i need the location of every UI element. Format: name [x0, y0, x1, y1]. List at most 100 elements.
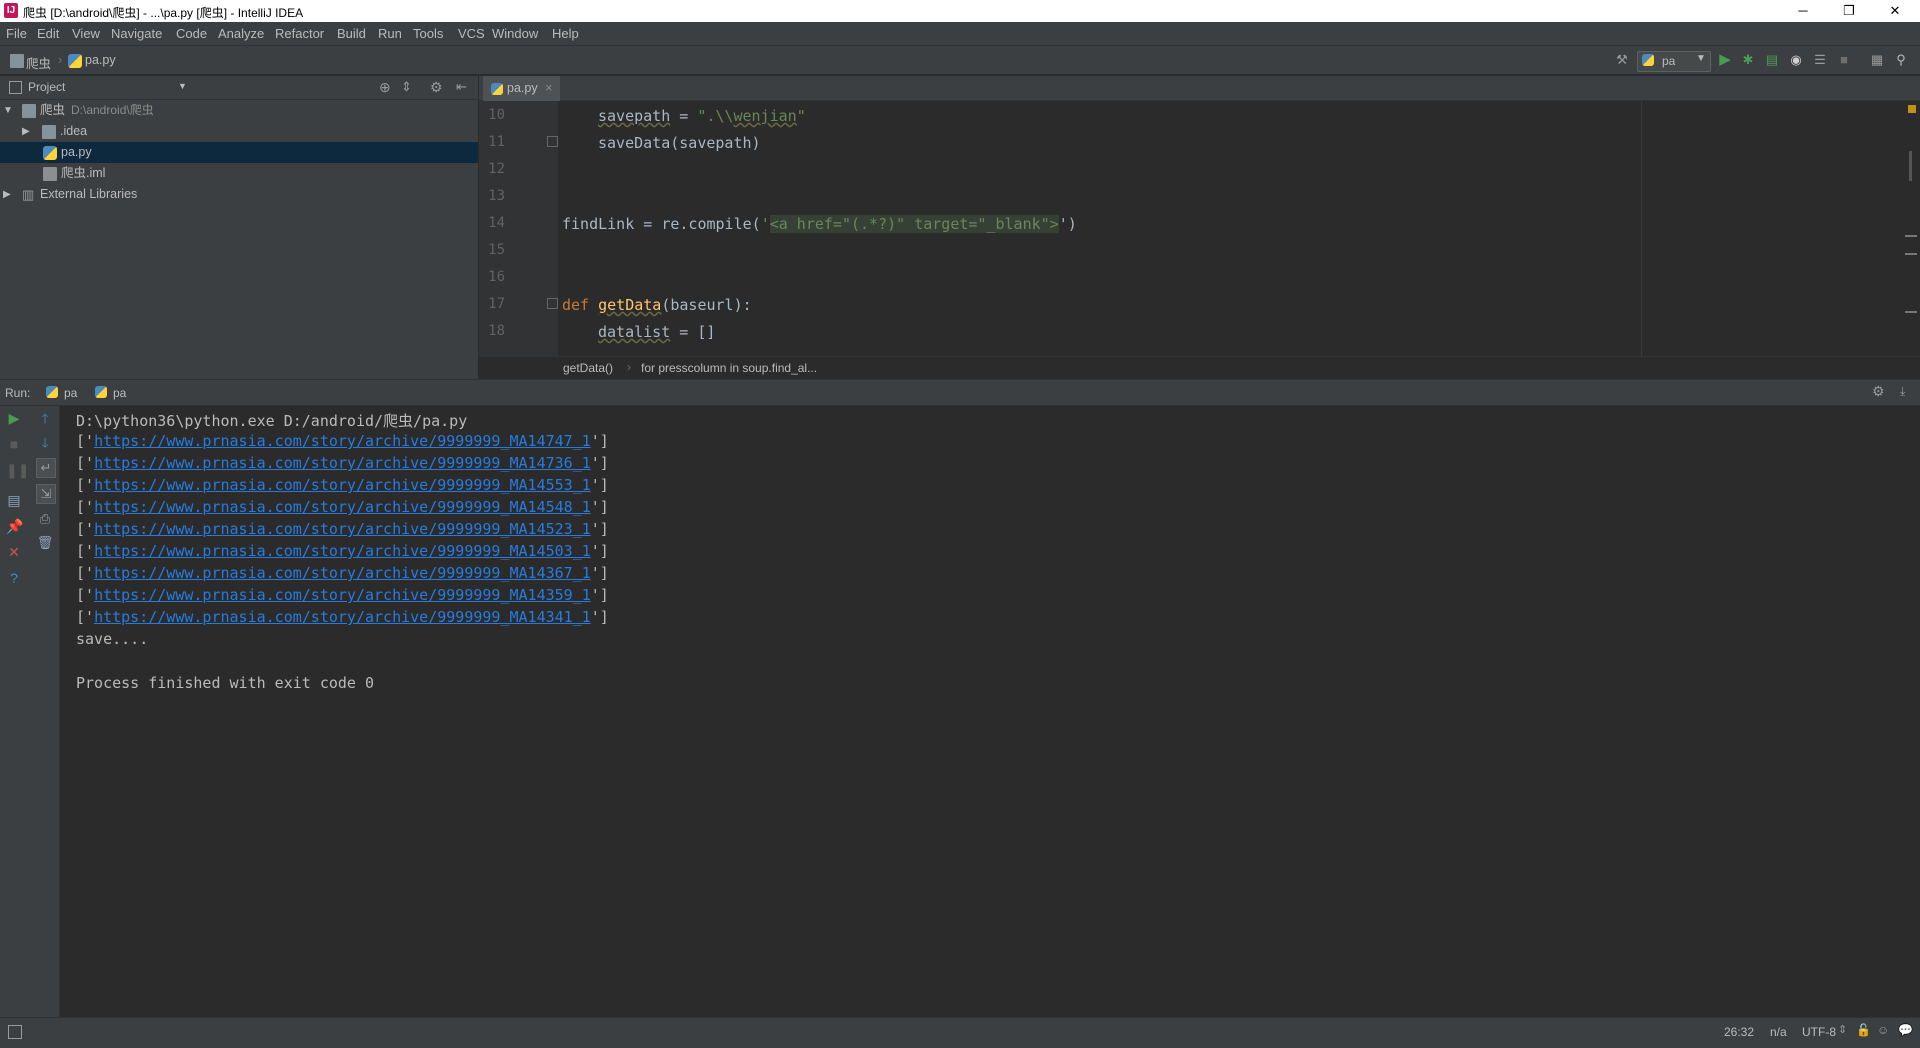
- tool-windows-icon[interactable]: [8, 1025, 22, 1039]
- cursor-position[interactable]: 26:32: [1724, 1025, 1754, 1039]
- restore-button[interactable]: ❐: [1826, 0, 1872, 22]
- close-run-icon[interactable]: ✕: [6, 544, 22, 560]
- line-number: 16: [488, 269, 505, 285]
- dump-threads-icon[interactable]: ▤: [6, 492, 22, 508]
- expand-arrow-icon[interactable]: ▶: [22, 121, 30, 142]
- arrow-down-icon[interactable]: 🡓: [36, 434, 54, 452]
- run-config-dropdown[interactable]: pa ▼: [1637, 51, 1711, 72]
- trash-icon[interactable]: 🗑: [36, 534, 54, 552]
- rerun-icon[interactable]: ▶: [6, 410, 22, 426]
- gear-icon[interactable]: ⚙: [1872, 383, 1885, 400]
- tree-item-project-root[interactable]: ▼ 爬虫 D:\android\爬虫: [0, 100, 478, 121]
- chevron-down-icon[interactable]: ▼: [178, 81, 187, 91]
- line-number: 15: [488, 242, 505, 258]
- menu-vcs[interactable]: VCS: [458, 26, 485, 41]
- console-link[interactable]: https://www.prnasia.com/story/archive/99…: [94, 454, 591, 472]
- run-toolbar-left: ▶ ■ ❚❚ ▤ 📌 ✕ ?: [0, 406, 29, 1017]
- menu-analyze[interactable]: Analyze: [218, 26, 264, 41]
- stripe-marker[interactable]: [1905, 253, 1917, 255]
- fold-marker-icon[interactable]: [547, 136, 558, 147]
- python-config-icon: [46, 386, 58, 398]
- breadcrumb-loop[interactable]: for presscolumn in soup.find_al...: [641, 361, 817, 375]
- menu-help[interactable]: Help: [552, 26, 579, 41]
- project-structure-icon[interactable]: ▦: [1869, 52, 1885, 68]
- hide-panel-icon[interactable]: ⤓: [1900, 384, 1905, 399]
- collapse-all-icon[interactable]: ⇕: [401, 79, 412, 95]
- help-icon[interactable]: ?: [6, 570, 22, 586]
- stripe-marker[interactable]: [1905, 235, 1917, 237]
- editor-gutter: 10 11 12 13 14 15 16 17 18: [479, 101, 558, 356]
- console-link[interactable]: https://www.prnasia.com/story/archive/99…: [94, 542, 591, 560]
- console-link[interactable]: https://www.prnasia.com/story/archive/99…: [94, 586, 591, 604]
- tab-pa-py[interactable]: pa.py ×: [483, 76, 561, 101]
- bracket-open: [': [76, 608, 95, 626]
- profile-icon[interactable]: ◉: [1788, 52, 1804, 68]
- stop-icon[interactable]: ■: [6, 436, 22, 452]
- close-tab-icon[interactable]: ×: [545, 81, 552, 95]
- console-link[interactable]: https://www.prnasia.com/story/archive/99…: [94, 476, 591, 494]
- code-token: =: [670, 107, 698, 125]
- menu-build[interactable]: Build: [337, 26, 366, 41]
- debug-icon[interactable]: ✱: [1740, 52, 1756, 68]
- expand-arrow-icon[interactable]: ▶: [3, 184, 11, 205]
- error-stripe[interactable]: [1900, 101, 1920, 356]
- tree-item-idea[interactable]: ▶ .idea: [0, 121, 478, 142]
- console-link[interactable]: https://www.prnasia.com/story/archive/99…: [94, 432, 591, 450]
- run-tab-2[interactable]: pa: [113, 386, 126, 400]
- stripe-marker[interactable]: [1905, 311, 1917, 313]
- scrollbar-thumb[interactable]: [1909, 151, 1912, 181]
- tree-item-pa-py[interactable]: pa.py: [0, 142, 478, 163]
- warning-marker-icon[interactable]: [1908, 105, 1916, 113]
- console-link[interactable]: https://www.prnasia.com/story/archive/99…: [94, 608, 591, 626]
- run-icon[interactable]: ▶: [1717, 52, 1733, 68]
- breadcrumb-function[interactable]: getData(): [563, 361, 613, 375]
- folder-icon: [10, 54, 24, 68]
- locate-file-icon[interactable]: ⊕: [379, 79, 391, 96]
- search-icon[interactable]: ⚲: [1893, 52, 1909, 68]
- scroll-to-end-icon[interactable]: ⇲: [36, 484, 56, 504]
- line-separator[interactable]: n/a: [1770, 1025, 1787, 1039]
- menu-refactor[interactable]: Refactor: [275, 26, 324, 41]
- stop-icon[interactable]: ■: [1836, 52, 1852, 68]
- fold-marker-icon[interactable]: [547, 298, 558, 309]
- nav-crumb-project[interactable]: 爬虫: [26, 53, 51, 72]
- console-output[interactable]: D:\python36\python.exe D:/android/爬虫/pa.…: [61, 406, 1920, 1017]
- menu-run[interactable]: Run: [378, 26, 402, 41]
- concurrency-icon[interactable]: ☰: [1812, 52, 1828, 68]
- menu-code[interactable]: Code: [176, 26, 207, 41]
- status-bar: 26:32 n/a UTF-8 ⇕ 🔓 ☺ 💬: [0, 1017, 1920, 1048]
- inspector-icon[interactable]: ☺: [1877, 1023, 1889, 1037]
- menu-navigate[interactable]: Navigate: [111, 26, 162, 41]
- run-tab-1[interactable]: pa: [64, 386, 77, 400]
- pin-tab-icon[interactable]: 📌: [6, 518, 23, 534]
- encoding-switch-icon[interactable]: ⇕: [1838, 1023, 1847, 1036]
- console-link[interactable]: https://www.prnasia.com/story/archive/99…: [94, 564, 591, 582]
- console-link[interactable]: https://www.prnasia.com/story/archive/99…: [94, 520, 591, 538]
- close-button[interactable]: ✕: [1872, 0, 1918, 22]
- arrow-up-icon[interactable]: 🡑: [36, 410, 54, 428]
- tree-item-iml[interactable]: 爬虫.iml: [0, 163, 478, 184]
- pause-icon[interactable]: ❚❚: [6, 462, 29, 478]
- coverage-icon[interactable]: ▤: [1764, 52, 1780, 68]
- file-encoding[interactable]: UTF-8: [1802, 1025, 1836, 1039]
- hide-panel-icon[interactable]: ⇤: [456, 79, 467, 95]
- event-log-icon[interactable]: 💬: [1898, 1023, 1913, 1037]
- menu-file[interactable]: File: [6, 26, 27, 41]
- menu-tools[interactable]: Tools: [413, 26, 443, 41]
- build-hammer-icon[interactable]: ⚒: [1614, 52, 1630, 68]
- tree-item-external-libraries[interactable]: ▶ ▥ External Libraries: [0, 184, 478, 205]
- code-editor[interactable]: savepath = ".\\wenjian" saveData(savepat…: [558, 101, 1900, 356]
- print-icon[interactable]: ⎙: [36, 510, 54, 528]
- nav-crumb-file[interactable]: pa.py: [85, 53, 116, 67]
- bracket-close: ']: [590, 608, 609, 626]
- menu-view[interactable]: View: [72, 26, 100, 41]
- gear-icon[interactable]: ⚙: [430, 79, 443, 96]
- project-panel-title[interactable]: Project: [28, 80, 65, 94]
- minimize-button[interactable]: ─: [1780, 0, 1826, 22]
- menu-window[interactable]: Window: [492, 26, 538, 41]
- lock-icon[interactable]: 🔓: [1856, 1023, 1871, 1037]
- expand-arrow-icon[interactable]: ▼: [3, 100, 13, 121]
- soft-wrap-icon[interactable]: ↵: [36, 458, 56, 478]
- menu-edit[interactable]: Edit: [37, 26, 59, 41]
- console-link[interactable]: https://www.prnasia.com/story/archive/99…: [94, 498, 591, 516]
